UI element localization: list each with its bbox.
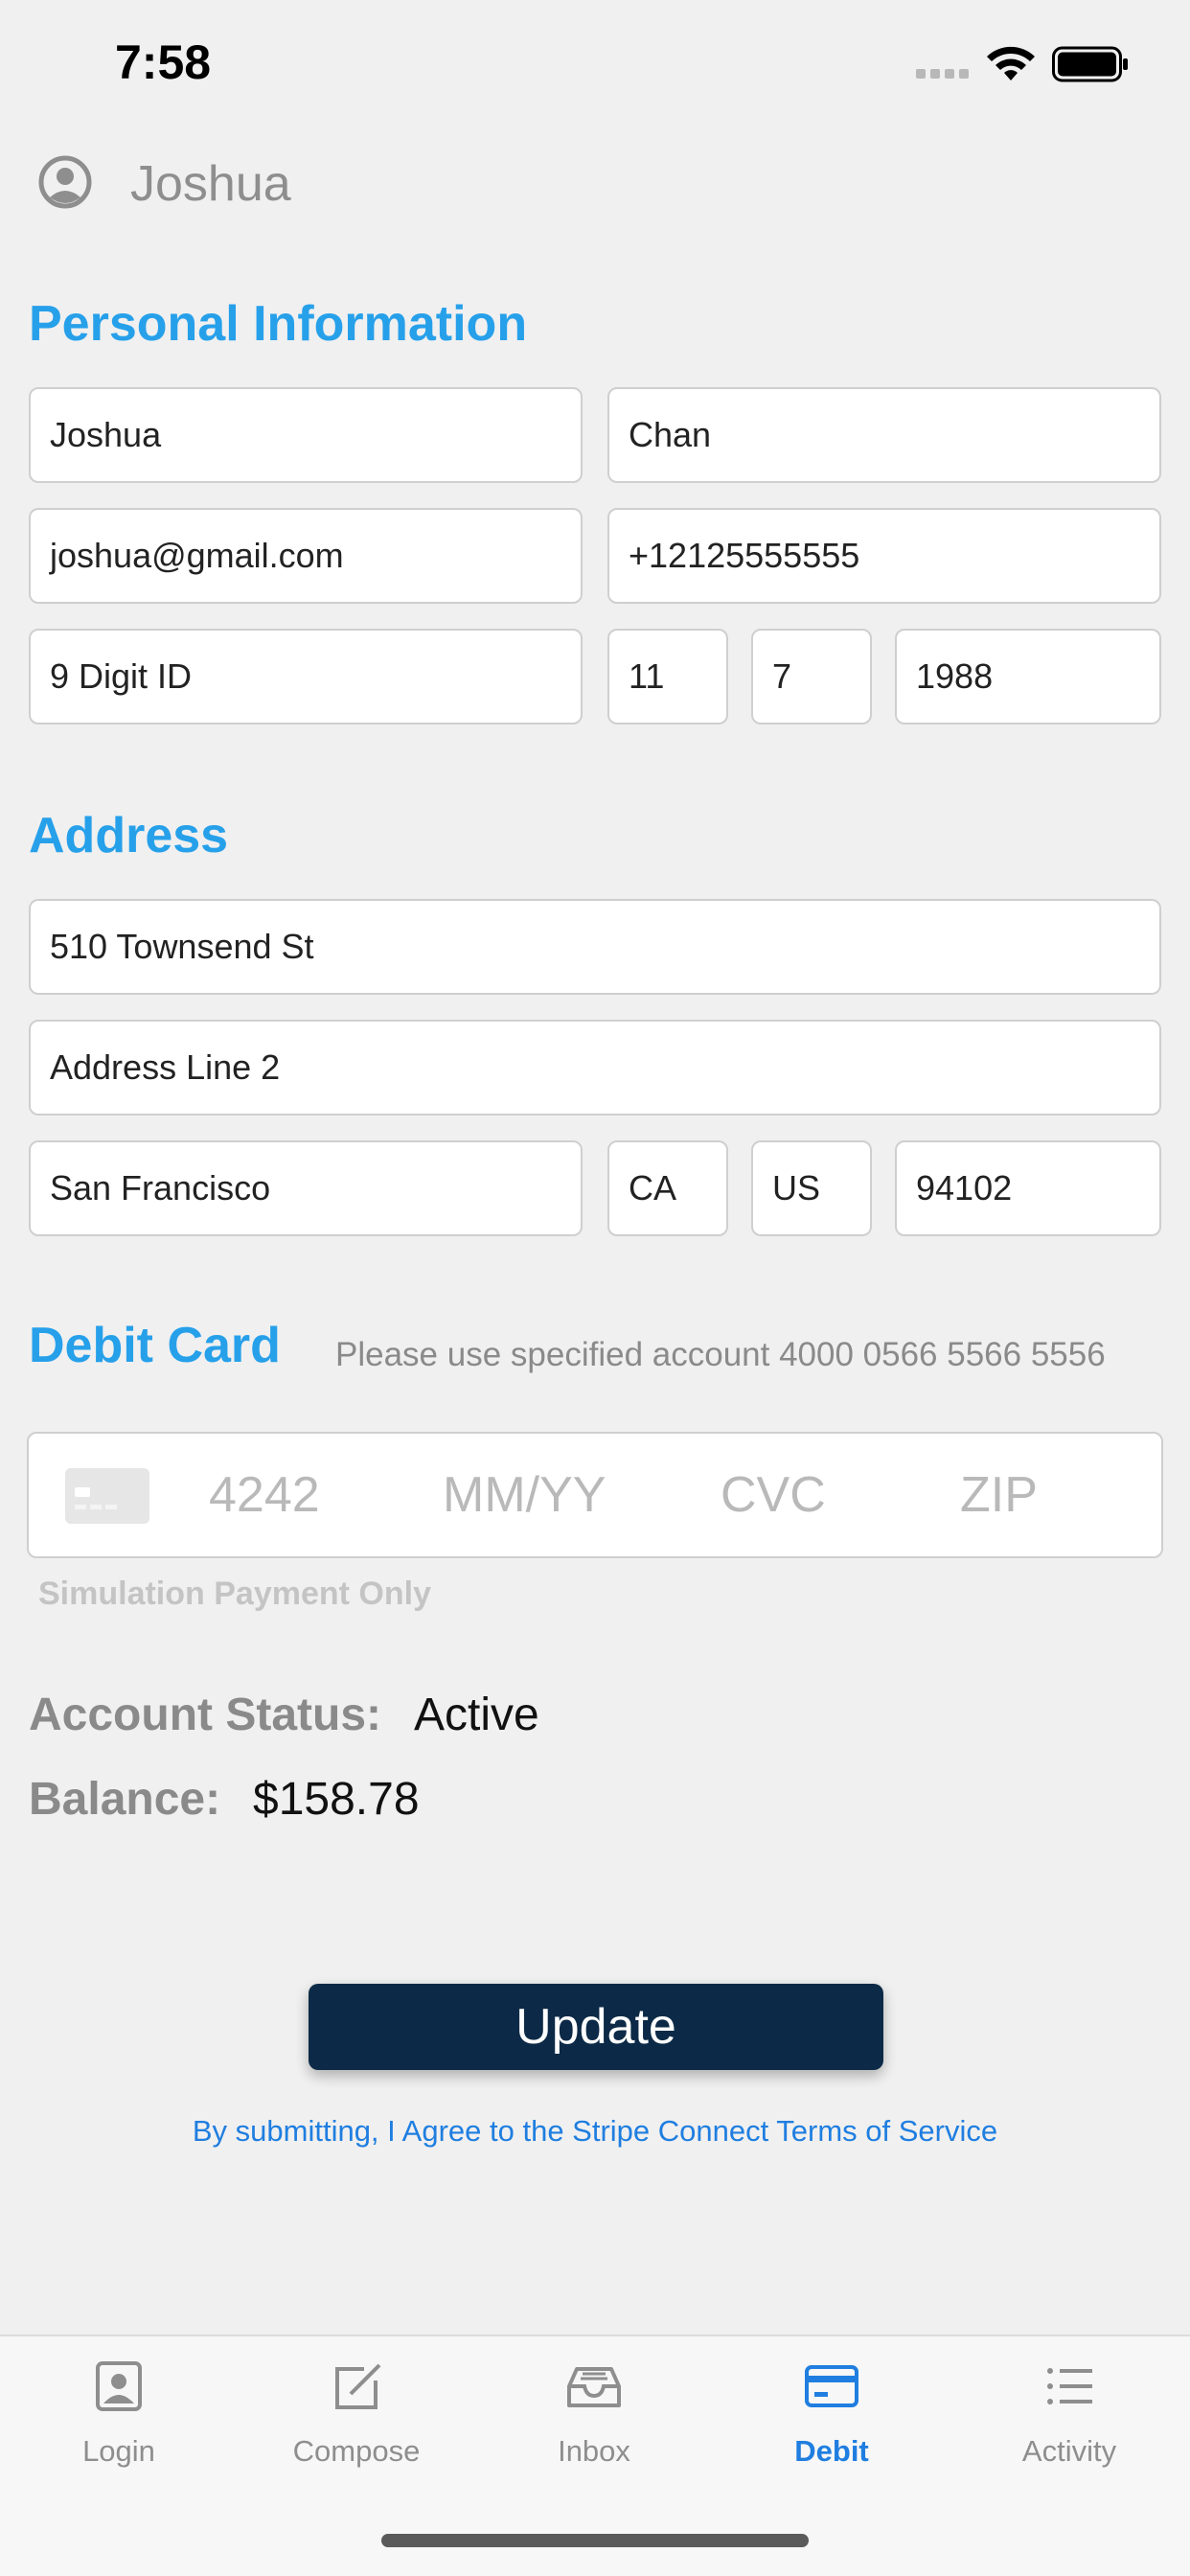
zip-field[interactable]: 94102: [895, 1140, 1161, 1236]
person-card-icon: [96, 2361, 142, 2411]
last-name-field[interactable]: Chan: [607, 387, 1161, 483]
id-number-field[interactable]: 9 Digit ID: [29, 629, 583, 724]
state-field[interactable]: CA: [607, 1140, 728, 1236]
user-avatar-icon: [38, 155, 92, 209]
balance-value: $158.78: [253, 1774, 420, 1825]
email-field[interactable]: joshua@gmail.com: [29, 508, 583, 604]
inbox-tray-icon: [567, 2367, 621, 2407]
tab-inbox[interactable]: Inbox: [498, 2358, 690, 2469]
card-brand-icon: [65, 1468, 149, 1524]
address-line1-field[interactable]: 510 Townsend St: [29, 899, 1161, 995]
phone-field[interactable]: +12125555555: [607, 508, 1161, 604]
account-status-value: Active: [414, 1690, 539, 1740]
address-line2-field[interactable]: Address Line 2: [29, 1020, 1161, 1116]
home-indicator[interactable]: [381, 2534, 809, 2547]
debit-card-note: Please use specified account 4000 0566 5…: [335, 1336, 1106, 1373]
status-time: 7:58: [115, 35, 212, 89]
balance-label: Balance:: [29, 1774, 221, 1825]
dob-month-field[interactable]: 11: [607, 629, 728, 724]
list-icon: [1047, 2368, 1092, 2404]
card-expiry-input[interactable]: MM/YY: [443, 1466, 606, 1524]
personal-info-title: Personal Information: [29, 296, 528, 352]
tab-label-activity: Activity: [1021, 2434, 1117, 2468]
tab-activity[interactable]: Activity: [973, 2358, 1165, 2469]
cellular-signal-icon: [916, 69, 969, 79]
credit-card-icon: [805, 2365, 858, 2407]
city-field[interactable]: San Francisco: [29, 1140, 583, 1236]
card-zip-input[interactable]: ZIP: [960, 1466, 1038, 1524]
user-name: Joshua: [130, 156, 291, 212]
dob-day-field[interactable]: 7: [751, 629, 872, 724]
first-name-field[interactable]: Joshua: [29, 387, 583, 483]
tab-compose[interactable]: Compose: [261, 2358, 452, 2469]
tab-login[interactable]: Login: [23, 2358, 215, 2469]
tab-debit[interactable]: Debit: [736, 2358, 927, 2469]
debit-card-title: Debit Card: [29, 1318, 281, 1373]
update-button[interactable]: Update: [309, 1984, 883, 2070]
card-number-input[interactable]: 4242: [209, 1466, 320, 1524]
tab-label-compose: Compose: [292, 2434, 421, 2468]
tab-label-debit: Debit: [794, 2434, 869, 2468]
tab-label-inbox: Inbox: [558, 2434, 630, 2468]
tab-label-login: Login: [82, 2434, 155, 2468]
compose-icon: [335, 2363, 381, 2409]
wifi-icon: [987, 46, 1035, 80]
account-status-label: Account Status:: [29, 1690, 382, 1740]
address-title: Address: [29, 808, 229, 863]
terms-link[interactable]: By submitting, I Agree to the Stripe Con…: [0, 2114, 1190, 2149]
battery-icon: [1052, 46, 1128, 82]
card-cvc-input[interactable]: CVC: [721, 1466, 826, 1524]
country-field[interactable]: US: [751, 1140, 872, 1236]
dob-year-field[interactable]: 1988: [895, 629, 1161, 724]
simulation-note: Simulation Payment Only: [38, 1576, 431, 1612]
